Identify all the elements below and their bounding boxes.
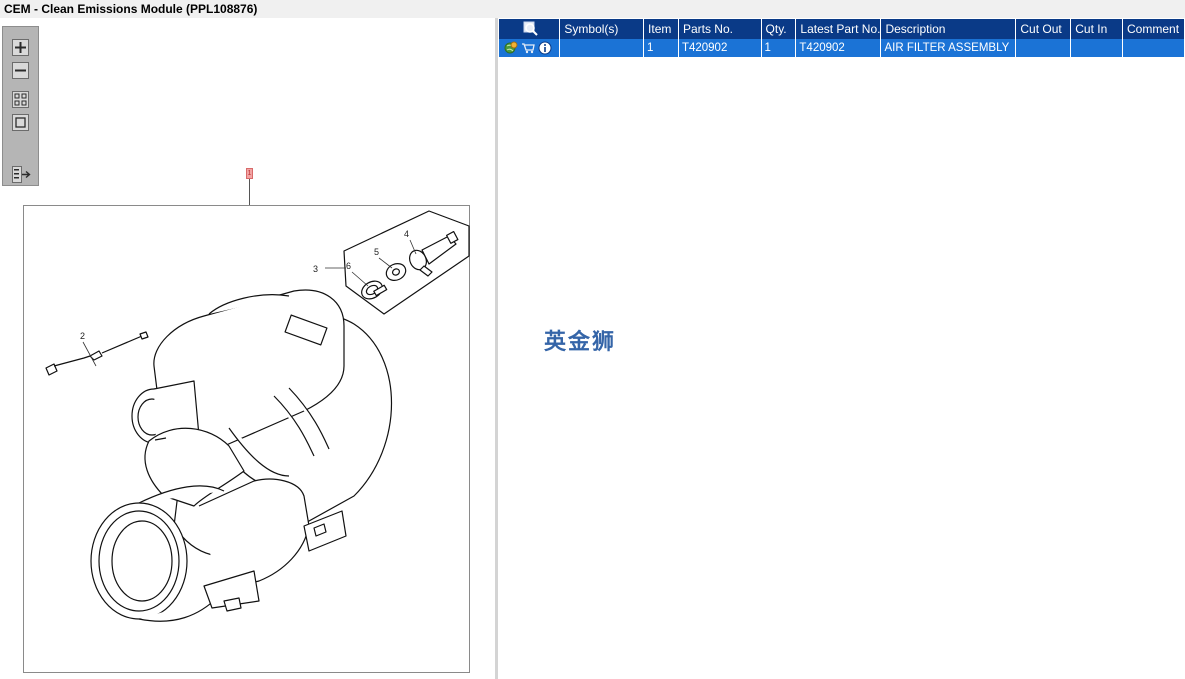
table-header-row: Symbol(s) Item Parts No. Qty. Latest Par… [499, 19, 1185, 39]
latest-part-no-cell: T420902 [795, 39, 882, 57]
parts-list-pane: Symbol(s) Item Parts No. Qty. Latest Par… [498, 18, 1185, 679]
symbols-column-header[interactable]: Symbol(s) [559, 19, 645, 39]
emissions-module-drawing: 3 2 4 5 6 [45, 210, 470, 622]
magnifier-icon [523, 21, 538, 36]
exploded-diagram[interactable]: 3 2 4 5 6 [23, 205, 470, 673]
square-icon [12, 114, 29, 131]
cut-in-cell [1070, 39, 1124, 57]
callout-label-2[interactable]: 2 [80, 331, 85, 341]
cut-out-column-header[interactable]: Cut Out [1015, 19, 1072, 39]
cut-in-column-header[interactable]: Cut In [1070, 19, 1124, 39]
watermark-text: 英金狮 [544, 330, 617, 355]
callout-leader-line [249, 179, 250, 205]
callout-label-3[interactable]: 3 [313, 264, 318, 274]
cut-out-cell [1015, 39, 1072, 57]
diagram-pane[interactable]: 1 3 2 4 5 6 [0, 18, 495, 679]
fit-all-button[interactable] [12, 91, 29, 108]
comment-column-header[interactable]: Comment [1122, 19, 1185, 39]
row-actions-cell [499, 39, 561, 57]
location-globe-icon[interactable] [504, 41, 518, 55]
window-title: CEM - Clean Emissions Module (PPL108876) [4, 2, 258, 16]
diagram-toolbar [2, 26, 39, 186]
grid-icon [12, 91, 29, 108]
export-button[interactable] [12, 166, 31, 183]
qty-cell: 1 [761, 39, 797, 57]
export-arrow-icon [12, 166, 31, 183]
info-icon[interactable] [538, 41, 552, 55]
title-bar: CEM - Clean Emissions Module (PPL108876) [0, 0, 1185, 19]
callout-label-5[interactable]: 5 [374, 247, 379, 257]
latest-part-no-column-header[interactable]: Latest Part No. [795, 19, 882, 39]
callout-label-6[interactable]: 6 [346, 261, 351, 271]
plus-icon [12, 39, 29, 56]
comment-cell [1122, 39, 1185, 57]
minus-icon [12, 62, 29, 79]
parts-no-cell: T420902 [678, 39, 762, 57]
description-column-header[interactable]: Description [880, 19, 1017, 39]
item-column-header[interactable]: Item [643, 19, 679, 39]
select-column-header[interactable] [499, 19, 561, 39]
table-row[interactable]: 1 T420902 1 T420902 AIR FILTER ASSEMBLY [499, 39, 1185, 57]
zoom-in-button[interactable] [12, 39, 29, 56]
fit-window-button[interactable] [12, 114, 29, 131]
zoom-out-button[interactable] [12, 62, 29, 79]
cart-icon[interactable] [521, 42, 535, 54]
qty-column-header[interactable]: Qty. [761, 19, 797, 39]
parts-table: Symbol(s) Item Parts No. Qty. Latest Par… [499, 19, 1185, 57]
description-cell: AIR FILTER ASSEMBLY [880, 39, 1017, 57]
item-cell: 1 [643, 39, 679, 57]
page-callout-marker[interactable]: 1 [246, 168, 253, 179]
symbols-cell [559, 39, 645, 57]
callout-label-4[interactable]: 4 [404, 229, 409, 239]
parts-no-column-header[interactable]: Parts No. [678, 19, 762, 39]
